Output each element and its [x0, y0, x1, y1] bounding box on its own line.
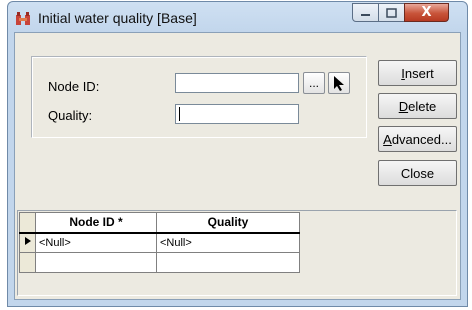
current-row-arrow-icon [24, 237, 31, 246]
delete-button[interactable]: Delete [378, 93, 457, 119]
close-window-button[interactable]: X [404, 3, 449, 22]
advanced-button[interactable]: Advanced... [378, 126, 457, 152]
column-header-node-id[interactable]: Node ID * [35, 212, 157, 234]
browse-button[interactable]: ... [303, 72, 325, 94]
maximize-icon [386, 7, 397, 18]
grid-corner-cell [19, 212, 36, 234]
table-row[interactable]: <Null> <Null> [19, 232, 300, 253]
data-grid-area: Node ID * Quality <Null> <Null> [17, 210, 457, 296]
insert-button[interactable]: Insert [378, 60, 457, 86]
cell-node-id[interactable] [35, 252, 157, 273]
row-indicator[interactable] [19, 252, 36, 273]
pick-node-button[interactable] [328, 72, 350, 94]
table-row[interactable] [19, 252, 300, 273]
quality-input[interactable] [175, 104, 299, 124]
close-icon: X [421, 5, 432, 20]
data-grid: Node ID * Quality <Null> <Null> [19, 212, 300, 273]
cell-node-id[interactable]: <Null> [35, 232, 157, 253]
close-label: Close [400, 165, 435, 181]
window-title: Initial water quality [Base] [38, 10, 197, 26]
dialog-window: Initial water quality [Base] X Insert De… [7, 1, 468, 307]
column-header-quality[interactable]: Quality [156, 212, 300, 234]
node-id-label: Node ID: [48, 79, 100, 94]
advanced-label: dvanced... [391, 131, 452, 147]
insert-label: nsert [404, 65, 434, 81]
row-indicator[interactable] [19, 232, 36, 253]
form-panel [31, 56, 367, 138]
delete-label: elete [408, 98, 437, 114]
title-bar[interactable]: Initial water quality [Base] X [8, 2, 467, 34]
text-caret [179, 107, 180, 121]
cell-quality[interactable]: <Null> [156, 232, 300, 253]
close-button[interactable]: Close [378, 160, 457, 186]
delete-hotkey: D [398, 98, 409, 114]
node-id-input[interactable] [175, 73, 299, 93]
browse-label: ... [308, 76, 319, 90]
minimize-icon [361, 13, 370, 16]
minimize-button[interactable] [352, 3, 379, 22]
cell-quality[interactable] [156, 252, 300, 273]
quality-label: Quality: [48, 108, 93, 123]
maximize-button[interactable] [378, 3, 405, 22]
grid-header-row: Node ID * Quality [19, 212, 300, 234]
pointer-arrow-icon [334, 76, 344, 91]
advanced-hotkey: A [383, 131, 392, 147]
app-icon [16, 12, 30, 25]
